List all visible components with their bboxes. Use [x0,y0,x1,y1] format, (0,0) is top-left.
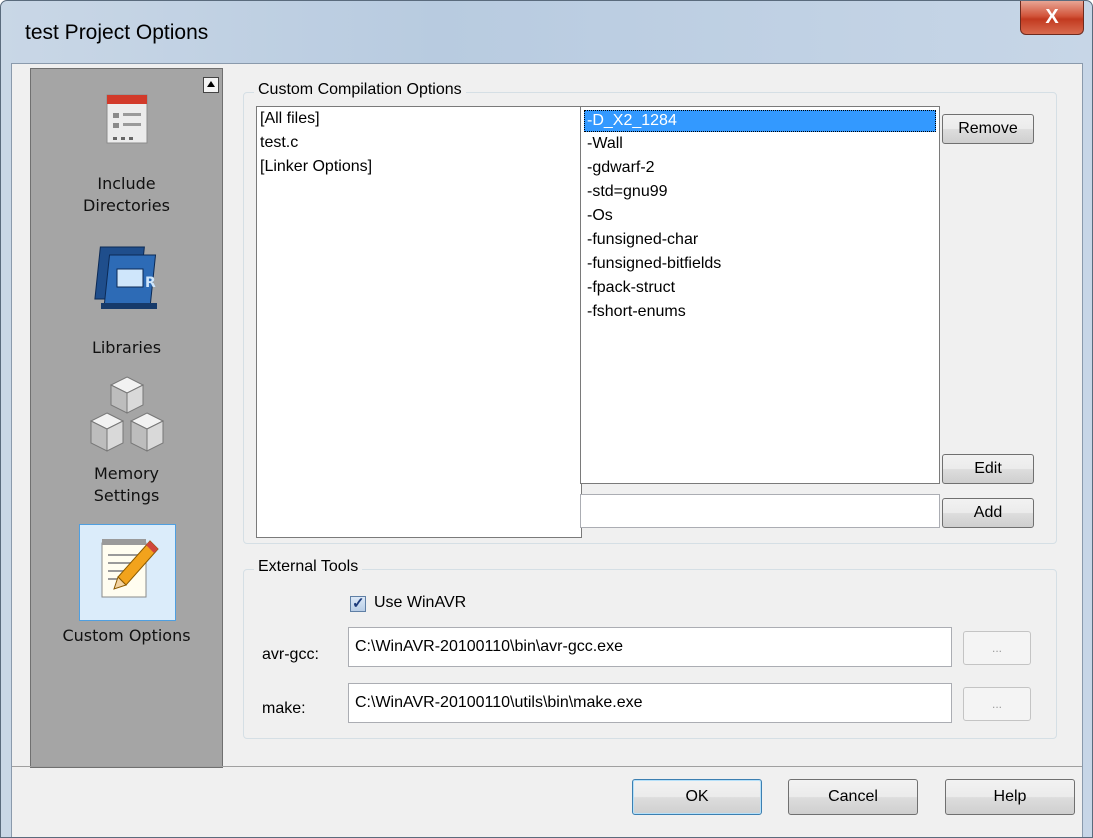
sidebar-item-libraries[interactable]: R Libraries [31,241,222,359]
use-winavr-checkbox[interactable] [350,594,366,612]
make-label: make: [262,700,306,717]
close-button[interactable]: X [1020,1,1084,35]
sidebar-item-memory-settings[interactable]: Memory Settings [31,375,222,507]
sidebar-item-label: Libraries [91,338,162,357]
window-title: test Project Options [25,21,209,44]
make-path-input[interactable] [348,683,952,723]
avr-gcc-label: avr-gcc: [262,646,319,663]
notepad-pencil-icon [101,539,159,598]
sidebar-item-include-directories[interactable]: Include Directories [31,87,222,217]
sidebar-item-label: Custom Options [62,626,191,645]
project-options-window: test Project Options X Include Directori… [0,0,1093,838]
use-winavr-label[interactable]: Use WinAVR [374,594,466,612]
files-listbox[interactable]: [All files] test.c [Linker Options] [256,106,582,538]
cubes-icon [89,376,164,452]
avr-gcc-browse-button[interactable]: ... [963,631,1031,665]
sidebar-item-label: Include [97,174,156,193]
help-button[interactable]: Help [945,779,1075,815]
list-item[interactable]: [All files] [257,107,581,131]
avr-gcc-path-input[interactable] [348,627,952,667]
title-bar[interactable]: test Project Options X [1,1,1092,63]
list-item[interactable]: -funsigned-char [584,228,936,252]
make-browse-button[interactable]: ... [963,687,1031,721]
list-item[interactable]: test.c [257,131,581,155]
cancel-button[interactable]: Cancel [788,779,918,815]
list-item[interactable]: -Os [584,204,936,228]
svg-text:R: R [145,275,156,291]
footer-separator [12,766,1082,767]
sidebar-item-label: Memory [93,464,160,483]
options-sidebar: Include Directories R Libraries Memory S… [30,68,223,768]
list-item-selected[interactable]: -D_X2_1284 [584,110,936,132]
dialog-client-area: Include Directories R Libraries Memory S… [11,63,1083,837]
list-item[interactable]: -gdwarf-2 [584,156,936,180]
custom-compilation-group-label: Custom Compilation Options [254,81,466,99]
list-item[interactable]: -Wall [584,132,936,156]
sidebar-item-label: Settings [93,486,160,505]
list-item[interactable]: -std=gnu99 [584,180,936,204]
new-option-input[interactable] [580,494,940,528]
folder-list-icon [106,94,147,144]
list-item[interactable]: -funsigned-bitfields [584,252,936,276]
remove-button[interactable]: Remove [942,114,1034,144]
options-listbox[interactable]: -D_X2_1284 -Wall -gdwarf-2 -std=gnu99 -O… [580,106,940,484]
sidebar-item-label: Directories [83,196,170,215]
list-item[interactable]: [Linker Options] [257,155,581,179]
edit-button[interactable]: Edit [942,454,1034,484]
ok-button[interactable]: OK [632,779,762,815]
list-item[interactable]: -fshort-enums [584,300,936,324]
external-tools-group-label: External Tools [254,558,363,576]
books-icon: R [93,246,157,309]
add-button[interactable]: Add [942,498,1034,528]
sidebar-item-custom-options[interactable]: Custom Options [31,535,222,647]
list-item[interactable]: -fpack-struct [584,276,936,300]
